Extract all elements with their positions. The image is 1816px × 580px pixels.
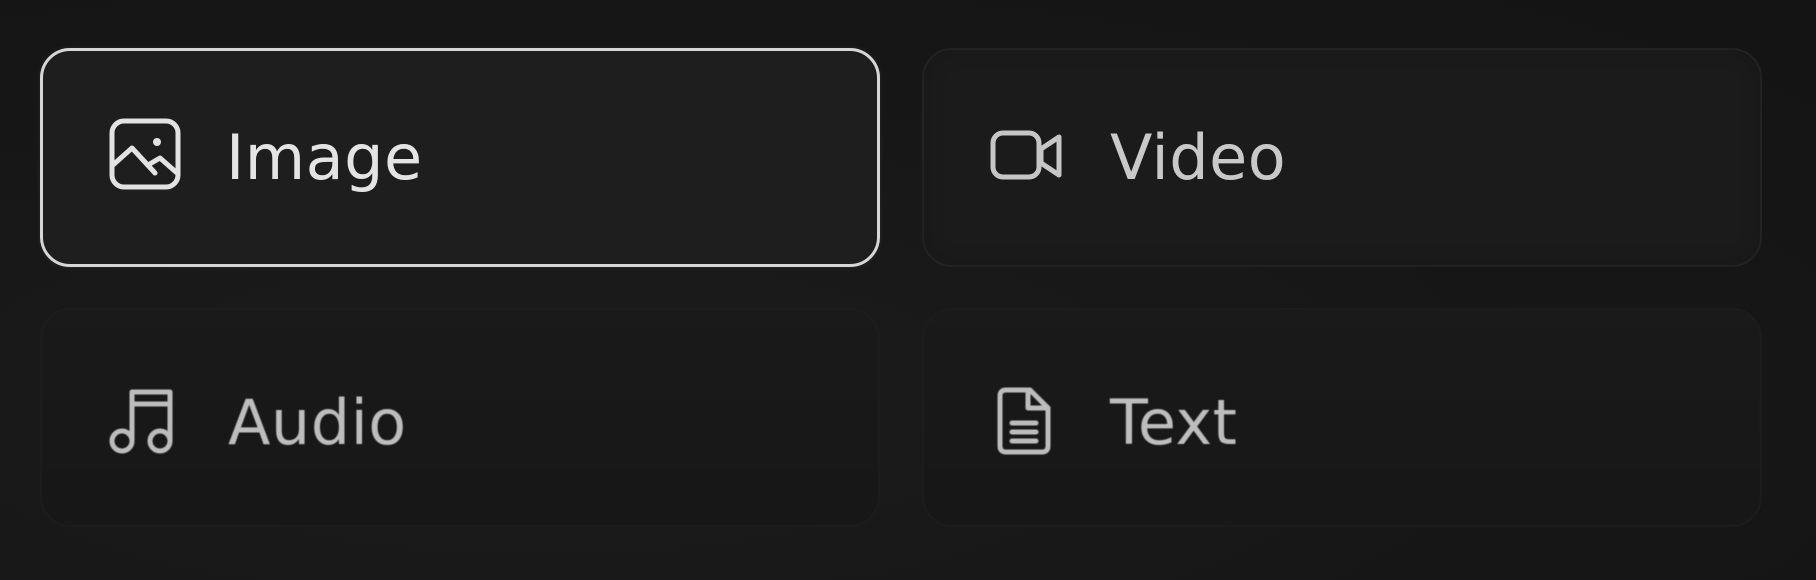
option-label: Text <box>1110 386 1238 459</box>
option-label: Audio <box>228 386 407 459</box>
image-icon <box>108 117 182 191</box>
media-type-selector: Image Video Audio Text <box>0 0 1816 580</box>
option-label: Image <box>226 121 423 194</box>
option-label: Video <box>1110 121 1287 194</box>
option-audio-card[interactable]: Audio <box>40 308 880 527</box>
document-icon <box>996 386 1052 456</box>
music-note-icon <box>109 386 177 456</box>
video-icon <box>989 128 1065 184</box>
option-video-card[interactable]: Video <box>922 48 1762 267</box>
option-image-card[interactable]: Image <box>40 48 880 267</box>
option-text-card[interactable]: Text <box>922 308 1762 527</box>
